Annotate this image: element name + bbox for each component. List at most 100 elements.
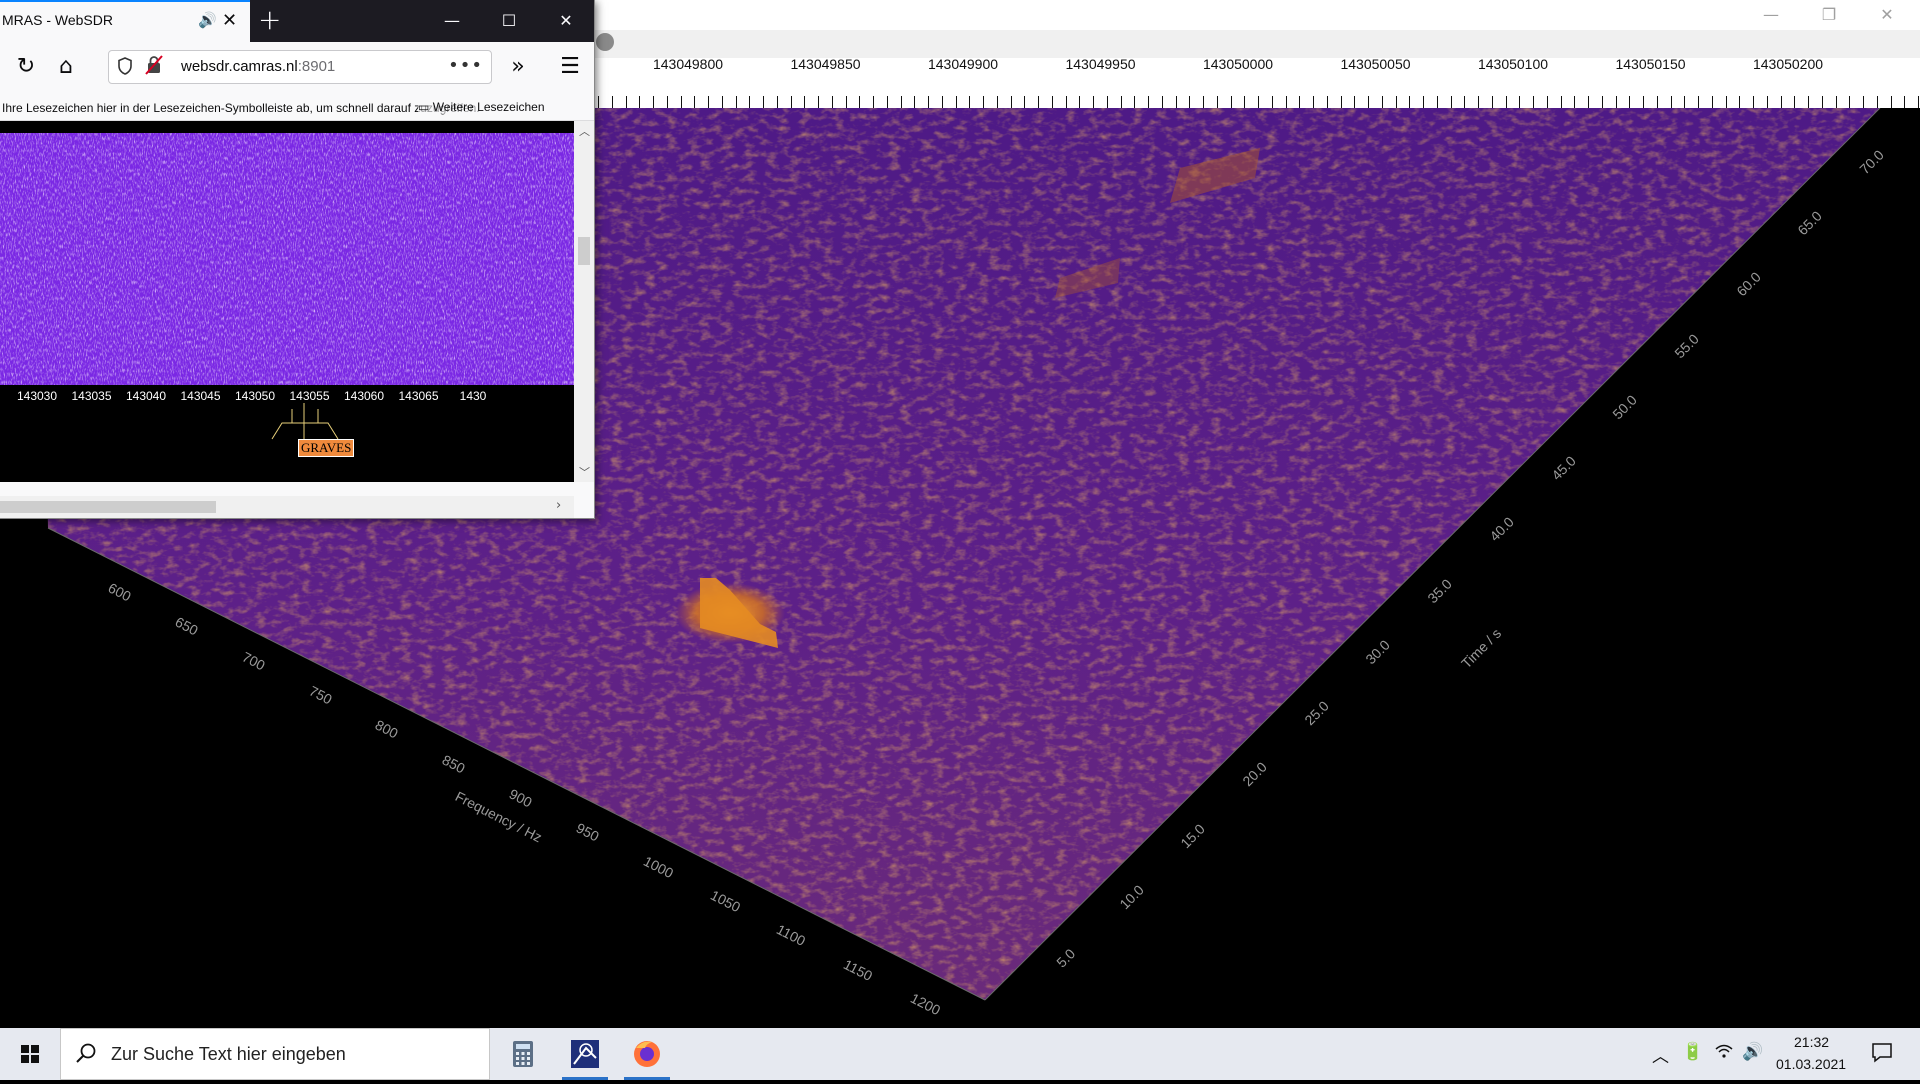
- home-icon[interactable]: ⌂: [52, 53, 80, 81]
- tracking-shield-icon[interactable]: [117, 57, 133, 79]
- ruler-tick: [900, 96, 902, 108]
- bookmarks-hint-text: Ihre Lesezeichen hier in der Lesezeichen…: [2, 101, 480, 115]
- ruler-frequency-label: 143049950: [1065, 56, 1136, 72]
- clock-date[interactable]: 01.03.2021: [1776, 1056, 1846, 1072]
- ruler-tick: [1051, 96, 1053, 108]
- browser-minimize-button[interactable]: —: [424, 0, 480, 42]
- sdr-frequency-label: 143035: [71, 389, 112, 403]
- radio-telescope-icon: [571, 1040, 599, 1068]
- ruler-tick: [1381, 96, 1383, 108]
- ruler-tick: [1120, 96, 1122, 108]
- ruler-tick: [1808, 96, 1809, 108]
- tab-close-icon[interactable]: ✕: [222, 10, 237, 31]
- tab-websdr[interactable]: MRAS - WebSDR 🔊 ✕: [0, 0, 250, 42]
- insecure-lock-icon[interactable]: [145, 55, 163, 80]
- websdr-page: 143030 143035 143040 143045 143050 143055 1430…: [0, 121, 574, 482]
- scroll-right-icon[interactable]: ›: [556, 498, 561, 513]
- url-text: websdr.camras.nl:8901: [181, 58, 335, 75]
- ruler-tick: [1821, 96, 1823, 108]
- ruler-tick: [1780, 96, 1782, 108]
- browser-close-button[interactable]: ✕: [538, 0, 594, 42]
- wifi-icon[interactable]: [1714, 1042, 1734, 1065]
- ruler-tick: [955, 96, 957, 108]
- ruler-frequency-label: 143050000: [1202, 56, 1274, 72]
- ruler-frequency-label: 143050050: [1340, 56, 1411, 72]
- websdr-frequency-scale: 143030 143035 143040 143045 143050 143055 1430…: [0, 385, 574, 405]
- ruler-tick: [1656, 96, 1658, 108]
- graves-station-label[interactable]: GRAVES: [298, 439, 355, 457]
- passband-marker[interactable]: [270, 403, 340, 443]
- horizontal-scrollbar[interactable]: ›: [0, 496, 574, 518]
- vertical-scrollbar[interactable]: ︿ ﹀: [574, 121, 594, 482]
- ruler-tick: [941, 96, 943, 108]
- new-tab-button[interactable]: +: [258, 3, 281, 36]
- ruler-tick: [1725, 96, 1727, 108]
- ruler-frequency-label: 143050100: [1477, 56, 1549, 72]
- ruler-strip: [594, 30, 1920, 58]
- ruler-tick: [1478, 96, 1479, 108]
- ruler-tick: [721, 96, 723, 108]
- clock-time[interactable]: 21:32: [1794, 1034, 1829, 1050]
- ruler-tick: [1244, 96, 1246, 108]
- search-placeholder: Zur Suche Text hier eingeben: [111, 1044, 346, 1064]
- ruler-tick: [996, 96, 998, 108]
- ruler-tick: [859, 96, 861, 108]
- browser-maximize-button[interactable]: ☐: [481, 0, 537, 42]
- scroll-up-icon[interactable]: ︿: [579, 123, 590, 139]
- vertical-scroll-thumb[interactable]: [578, 237, 590, 265]
- sdr-frequency-label: 143050: [234, 389, 276, 403]
- horizontal-scroll-thumb[interactable]: [0, 501, 216, 513]
- app-restore-button[interactable]: ❐: [1800, 0, 1858, 30]
- sdr-frequency-label: 143045: [180, 389, 221, 403]
- other-bookmarks-button[interactable]: ▭ Weitere Lesezeichen: [418, 100, 545, 114]
- ruler-frequency-label: 143049850: [790, 56, 861, 72]
- notifications-icon[interactable]: [1870, 1040, 1894, 1069]
- ruler-tick: [1505, 96, 1507, 108]
- ruler-tick: [1753, 96, 1754, 108]
- frequency-ruler: 143049800 143049850 143049900 143049950 1430…: [594, 30, 1920, 108]
- reload-icon[interactable]: ↻: [12, 53, 40, 81]
- ruler-tick: [1326, 96, 1328, 108]
- ruler-tick: [1574, 96, 1576, 108]
- firefox-icon: [634, 1041, 660, 1067]
- show-hidden-icons-icon[interactable]: ︿: [1652, 1042, 1669, 1067]
- taskbar-search-box[interactable]: Zur Suche Text hier eingeben: [60, 1028, 490, 1080]
- taskbar-calculator[interactable]: [494, 1028, 552, 1080]
- ruler-tick: [1106, 96, 1108, 108]
- ruler-tick: [1629, 96, 1631, 108]
- ruler-tick: [1491, 96, 1493, 108]
- folder-icon: ▭: [418, 100, 430, 114]
- ruler-tick: [845, 96, 847, 108]
- url-bar[interactable]: websdr.camras.nl:8901 •••: [108, 50, 492, 84]
- ruler-tick: [1299, 96, 1301, 108]
- taskbar-firefox[interactable]: [618, 1028, 676, 1080]
- ruler-tick: [1148, 96, 1149, 108]
- ruler-tick: [749, 96, 751, 108]
- taskbar-radio-app[interactable]: [556, 1028, 614, 1080]
- ruler-tick: [1546, 96, 1548, 108]
- page-actions-icon[interactable]: •••: [448, 55, 483, 76]
- ruler-handle[interactable]: [596, 33, 614, 51]
- websdr-waterfall[interactable]: [0, 133, 574, 385]
- overflow-menu-icon[interactable]: »: [504, 53, 532, 81]
- scroll-down-icon[interactable]: ﹀: [579, 464, 590, 480]
- ruler-tick: [1794, 96, 1796, 108]
- start-button[interactable]: [0, 1028, 60, 1080]
- ruler-tick: [1134, 96, 1136, 108]
- app-minimize-button[interactable]: —: [1742, 0, 1800, 30]
- ruler-tick: [873, 96, 874, 108]
- ruler-tick: [1079, 96, 1081, 108]
- ruler-tick: [1670, 96, 1672, 108]
- ruler-tick: [928, 96, 929, 108]
- battery-icon[interactable]: 🔋: [1682, 1042, 1703, 1062]
- ruler-tick: [1450, 96, 1452, 108]
- volume-icon[interactable]: 🔊: [1742, 1042, 1763, 1062]
- ruler-tick: [1739, 96, 1741, 108]
- speaker-icon[interactable]: 🔊: [198, 11, 217, 29]
- ruler-tick: [1601, 96, 1603, 108]
- app-close-button[interactable]: ✕: [1858, 0, 1916, 30]
- ruler-tick: [639, 96, 641, 108]
- waterfall-svg: [0, 133, 574, 385]
- hamburger-menu-icon[interactable]: ☰: [556, 53, 584, 81]
- ruler-tick: [1313, 96, 1314, 108]
